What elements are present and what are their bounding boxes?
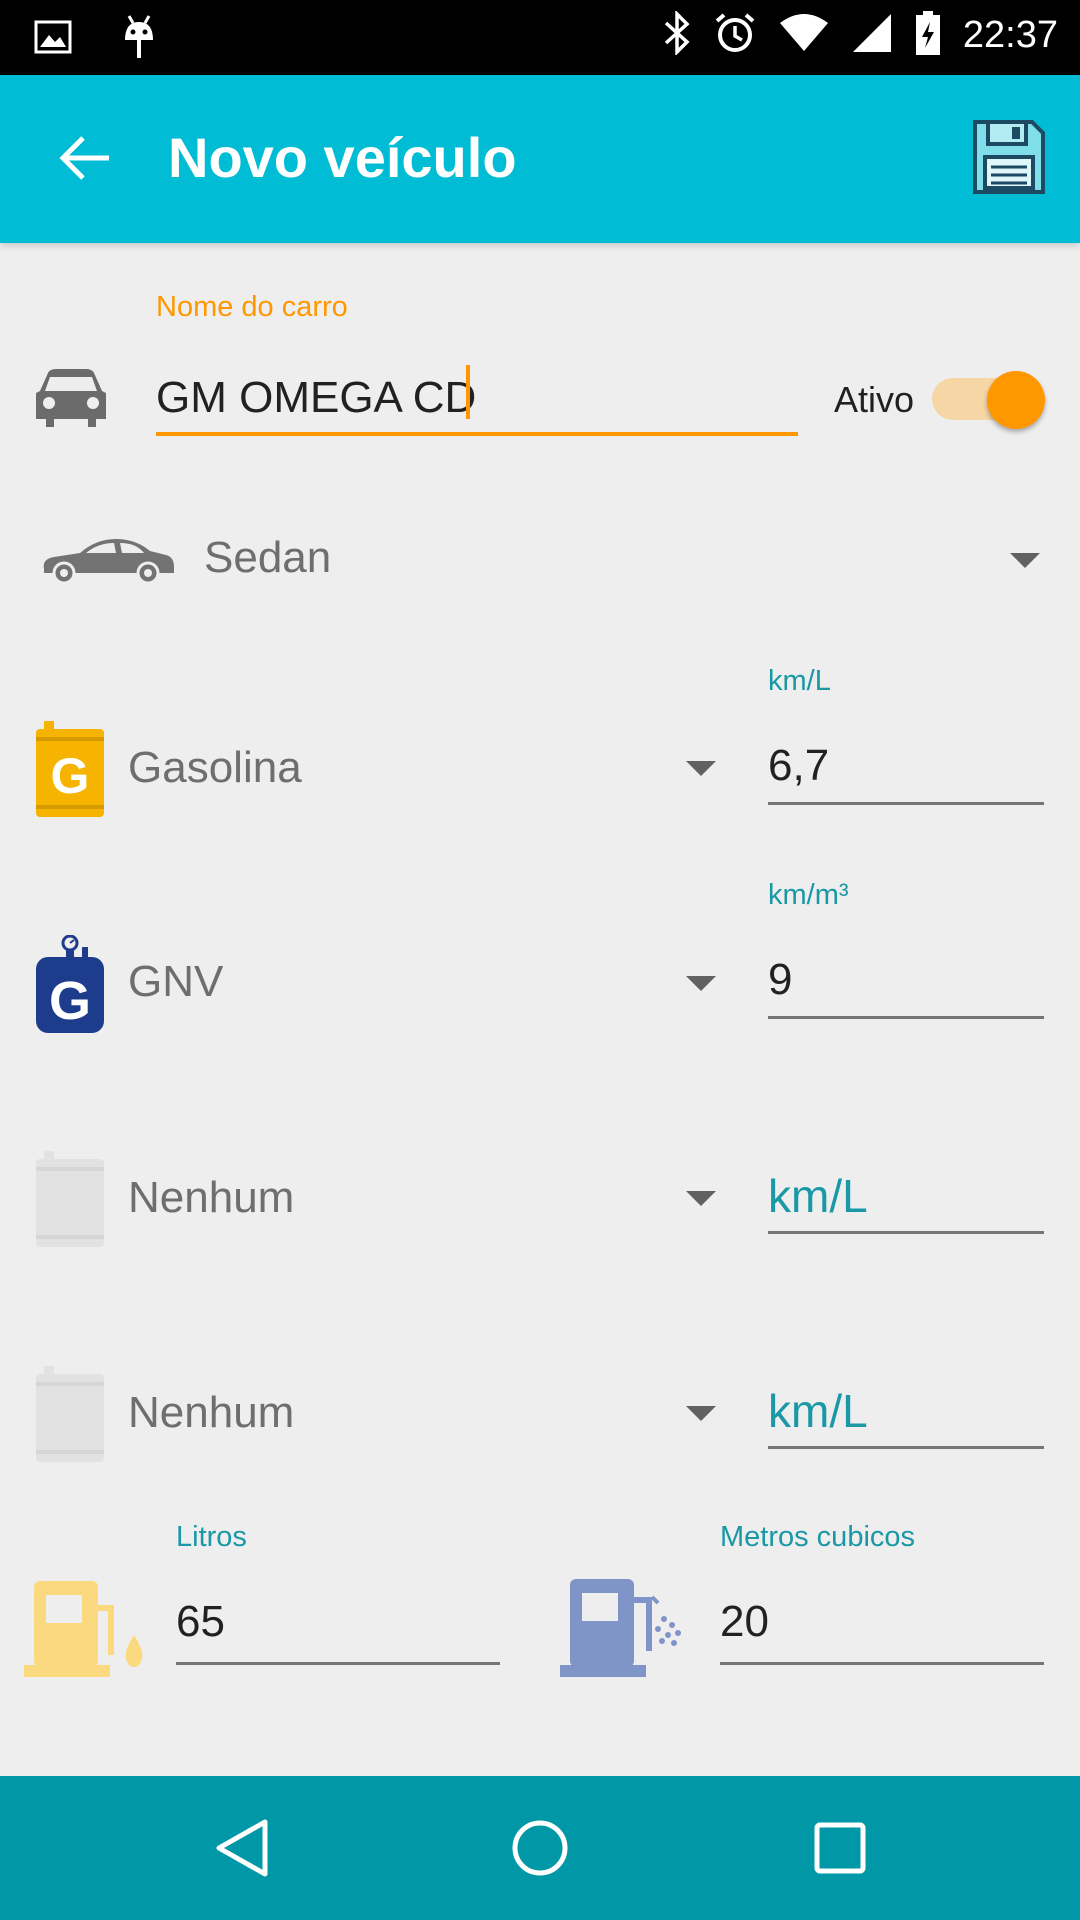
fuel-type-spinner-1[interactable]: Gasolina [128, 743, 302, 793]
gnv-cylinder-icon: G [36, 934, 104, 1038]
fuel-efficiency-underline-4 [768, 1446, 1044, 1449]
app-bar: Novo veículo [0, 75, 1080, 243]
navigation-bar [0, 1776, 1080, 1920]
home-nav-icon[interactable] [504, 1812, 576, 1884]
gasoline-can-icon: G [36, 721, 104, 822]
fuel-efficiency-input-4[interactable]: km/L [768, 1384, 868, 1438]
car-name-label: Nome do carro [156, 291, 348, 323]
tank-liters-input[interactable]: 65 [176, 1597, 225, 1647]
status-time: 22:37 [962, 14, 1058, 56]
fuel-efficiency-label-1: km/L [768, 665, 831, 697]
fuel-pump-icon [24, 1581, 146, 1682]
active-switch-label: Ativo [834, 379, 915, 420]
floppy-disk-icon[interactable] [972, 119, 1046, 195]
battery-charging-icon [915, 10, 941, 61]
fuel-efficiency-label-2: km/m³ [768, 879, 849, 911]
fuel-efficiency-input-2[interactable]: 9 [768, 955, 792, 1005]
vehicle-form: Nome do carro GM OMEGA CD Ativo Sedan G … [0, 243, 1080, 1776]
car-name-underline [156, 432, 798, 436]
tank-cubic-underline [720, 1662, 1044, 1665]
fuel-efficiency-input-3[interactable]: km/L [768, 1169, 868, 1223]
tank-cubic-input[interactable]: 20 [720, 1597, 769, 1647]
svg-text:G: G [49, 971, 91, 1031]
fuel-type-dropdown-arrow-2[interactable] [686, 976, 716, 991]
fuel-type-dropdown-arrow-4[interactable] [686, 1406, 716, 1421]
fuel-type-spinner-2[interactable]: GNV [128, 957, 223, 1007]
active-switch-thumb[interactable] [987, 371, 1045, 429]
fuel-type-dropdown-arrow-3[interactable] [686, 1191, 716, 1206]
fuel-efficiency-input-1[interactable]: 6,7 [768, 741, 829, 791]
fuel-efficiency-underline-2 [768, 1016, 1044, 1019]
back-nav-icon[interactable] [205, 1812, 277, 1884]
svg-text:G: G [51, 748, 90, 804]
page-title: Novo veículo [168, 126, 517, 189]
fuel-type-dropdown-arrow-1[interactable] [686, 761, 716, 776]
body-type-dropdown-arrow[interactable] [1010, 553, 1040, 568]
tank-liters-label: Litros [176, 1521, 247, 1553]
status-bar: 22:37 [0, 0, 1080, 75]
tank-liters-underline [176, 1662, 500, 1665]
text-caret [466, 365, 470, 419]
body-type-spinner[interactable]: Sedan [204, 533, 331, 583]
fuel-type-spinner-4[interactable]: Nenhum [128, 1388, 294, 1438]
alarm-icon [713, 11, 757, 60]
signal-icon [851, 12, 893, 59]
arrow-back-icon[interactable] [52, 125, 118, 191]
fuel-type-spinner-3[interactable]: Nenhum [128, 1173, 294, 1223]
tank-cubic-label: Metros cubicos [720, 1521, 916, 1553]
android-icon [122, 14, 156, 65]
bluetooth-icon [663, 9, 691, 60]
image-icon [34, 20, 72, 59]
sedan-icon [40, 533, 176, 590]
gas-pump-icon [560, 1579, 684, 1682]
wifi-icon [779, 13, 829, 58]
recents-nav-icon[interactable] [804, 1812, 876, 1884]
fuel-efficiency-underline-1 [768, 802, 1044, 805]
car-front-icon [34, 367, 108, 434]
empty-can-icon [36, 1366, 104, 1467]
empty-can-icon [36, 1151, 104, 1252]
fuel-efficiency-underline-3 [768, 1231, 1044, 1234]
car-name-input[interactable]: GM OMEGA CD [156, 373, 476, 423]
